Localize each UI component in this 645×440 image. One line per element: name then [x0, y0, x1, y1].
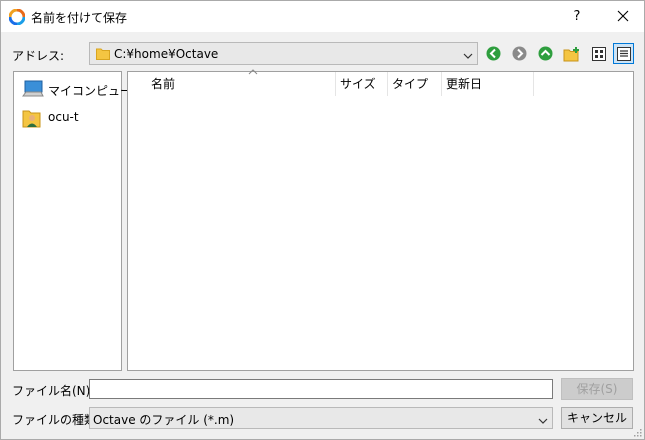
column-header-modified[interactable]: 更新日: [442, 72, 534, 96]
new-folder-icon: [563, 46, 579, 61]
window-title: 名前を付けて保存: [31, 11, 128, 25]
save-button[interactable]: 保存(S): [561, 378, 633, 400]
filename-label: ファイル名(N):: [12, 384, 95, 398]
back-icon: [486, 46, 501, 61]
detail-view-button[interactable]: [613, 43, 634, 64]
folder-icon: [96, 47, 110, 63]
title-bar: 名前を付けて保存 ?: [1, 1, 644, 32]
octave-app-icon: [8, 8, 26, 26]
back-button[interactable]: [483, 43, 504, 64]
chevron-down-icon: [538, 414, 548, 428]
user-folder-icon: [22, 108, 42, 131]
help-button[interactable]: ?: [560, 1, 594, 32]
up-button[interactable]: [535, 43, 556, 64]
new-folder-button[interactable]: [561, 43, 582, 64]
close-icon: [617, 10, 629, 22]
filetype-selected-value: Octave のファイル (*.m): [93, 413, 235, 427]
filetype-label: ファイルの種類:: [12, 413, 101, 427]
filename-input[interactable]: [89, 379, 553, 399]
resize-grip-icon[interactable]: [632, 427, 642, 437]
chevron-down-icon[interactable]: [463, 49, 473, 63]
sidebar-item-label: ocu-t: [48, 110, 79, 124]
forward-button[interactable]: [509, 43, 530, 64]
icon-view-button[interactable]: [588, 43, 609, 64]
sidebar-item-my-computer[interactable]: マイコンピュータ: [14, 76, 144, 102]
file-list[interactable]: 名前 サイズ タイプ 更新日: [127, 69, 634, 371]
column-header-name[interactable]: 名前: [147, 69, 336, 96]
address-combobox[interactable]: C:¥home¥Octave: [89, 42, 478, 65]
cancel-button[interactable]: キャンセル: [561, 407, 633, 429]
forward-icon: [512, 46, 527, 61]
column-header-type[interactable]: タイプ: [388, 72, 442, 96]
filetype-select[interactable]: Octave のファイル (*.m): [89, 407, 553, 429]
places-sidebar: マイコンピュータ ocu-t: [13, 71, 144, 371]
icon-view-icon: [591, 46, 606, 61]
save-as-dialog: 名前を付けて保存 ? アドレス: C:¥home¥Octave マイコンピュータ…: [0, 0, 645, 440]
address-path: C:¥home¥Octave: [114, 47, 219, 61]
sidebar-item-ocu-t[interactable]: ocu-t: [14, 104, 121, 130]
detail-view-icon: [616, 46, 631, 61]
close-button[interactable]: [603, 1, 643, 32]
column-header-size[interactable]: サイズ: [336, 72, 388, 96]
computer-icon: [22, 80, 44, 101]
up-icon: [538, 46, 553, 61]
sort-ascending-icon: [248, 69, 258, 75]
address-label: アドレス:: [12, 49, 65, 63]
